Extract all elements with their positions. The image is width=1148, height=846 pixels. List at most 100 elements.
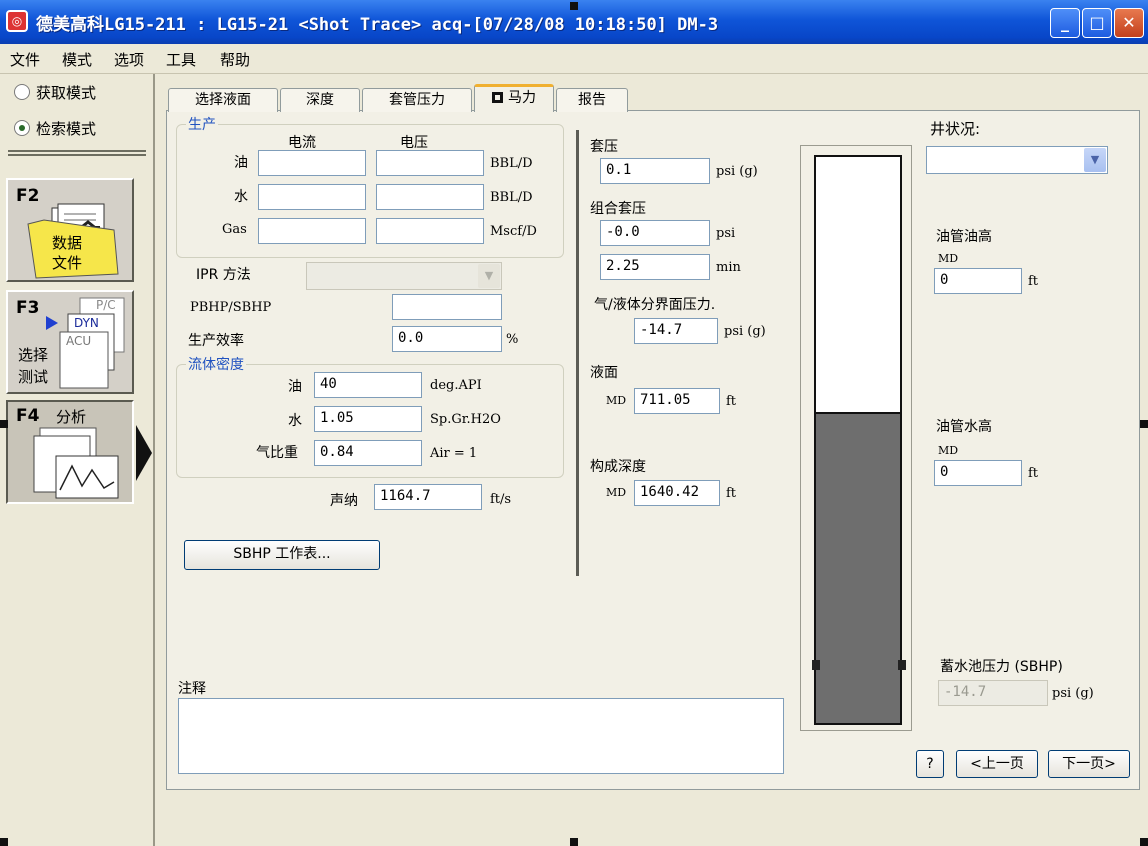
chevron-down-icon[interactable]: ▼ (1084, 148, 1106, 172)
resize-handle-left[interactable] (0, 420, 8, 428)
tubing-water-height-unit: ft (1028, 466, 1039, 481)
f3-select-test-button[interactable]: F3 P/C DYN ACU 选择 测试 (6, 290, 134, 394)
water-voltage-input[interactable] (376, 184, 484, 210)
menu-tools[interactable]: 工具 (166, 49, 196, 70)
buildup-time-input[interactable]: 2.25 (600, 254, 710, 280)
resize-handle-top[interactable] (570, 2, 578, 10)
buildup-time-unit: min (716, 260, 741, 275)
f2-data-file-button[interactable]: F2 数据 文件 (6, 178, 134, 282)
gas-gravity-input[interactable]: 0.84 (314, 440, 422, 466)
liquid-level-unit: ft (726, 394, 737, 409)
app-logo-icon[interactable]: ◎ (6, 10, 28, 32)
oil-current-input[interactable] (258, 150, 366, 176)
menu-help[interactable]: 帮助 (220, 49, 250, 70)
maximize-icon[interactable]: □ (1082, 8, 1112, 38)
doc-acu-label: ACU (66, 334, 92, 348)
liquid-level-md-label: MD (606, 394, 627, 407)
ipr-method-label: IPR 方法 (196, 267, 251, 283)
liquid-level-input[interactable]: 711.05 (634, 388, 720, 414)
production-efficiency-input[interactable]: 0.0 (392, 326, 502, 352)
window-title: 德美高科LG15-211 : LG15-21 <Shot Trace> acq-… (36, 15, 719, 35)
water-current-input[interactable] (258, 184, 366, 210)
oil-rate-unit: BBL/D (490, 156, 533, 171)
pbhp-sbhp-input[interactable] (392, 294, 502, 320)
radio-acquire-mode[interactable] (14, 84, 30, 100)
ipr-method-select[interactable]: ▼ (306, 262, 502, 290)
tab-select-liquid[interactable]: 选择液面 (168, 88, 278, 112)
formation-depth-md-label: MD (606, 486, 627, 499)
tab-horsepower-label: 马力 (508, 90, 536, 106)
resize-handle-bottom[interactable] (570, 838, 578, 846)
tab-report[interactable]: 报告 (556, 88, 628, 112)
gauge-marker-right (898, 660, 906, 670)
radio-retrieve-mode[interactable] (14, 120, 30, 136)
efficiency-unit: % (506, 332, 519, 347)
f4-analysis-button[interactable]: F4 分析 (6, 400, 134, 504)
production-group-title: 生产 (186, 114, 218, 134)
gas-liquid-interface-label: 气/液体分界面压力. (594, 297, 716, 313)
sbhp-unit: psi (g) (1052, 686, 1094, 701)
resize-handle-bottom-left[interactable] (0, 838, 8, 846)
doc-dyn-label: DYN (74, 316, 99, 330)
close-icon[interactable]: ✕ (1114, 8, 1144, 38)
active-tab-indicator-icon (492, 92, 503, 103)
gas-voltage-input[interactable] (376, 218, 484, 244)
sidebar-divider (8, 150, 146, 156)
retrieve-mode-label[interactable]: 检索模式 (36, 118, 96, 139)
sbhp-label: 蓄水池压力 (SBHP) (940, 659, 1063, 675)
f3-label-line2: 测试 (18, 368, 49, 386)
f3-key-label: F3 (16, 298, 40, 318)
casing-pressure-unit: psi (g) (716, 164, 758, 179)
well-status-label: 井状况: (930, 120, 981, 138)
f4-key-label: F4 (16, 406, 40, 426)
voltage-column-header: 电压 (400, 135, 428, 151)
gas-current-input[interactable] (258, 218, 366, 244)
combined-casing-pressure-input[interactable]: -0.0 (600, 220, 710, 246)
casing-pressure-label: 套压 (590, 139, 618, 155)
tubing-oil-height-label: 油管油高 (936, 229, 992, 245)
tab-horsepower[interactable]: 马力 (474, 84, 554, 112)
minimize-icon[interactable]: _ (1050, 8, 1080, 38)
formation-depth-input[interactable]: 1640.42 (634, 480, 720, 506)
acoustic-velocity-unit: ft/s (490, 492, 512, 507)
notes-textarea[interactable] (178, 698, 784, 774)
gas-rate-unit: Mscf/D (490, 224, 537, 239)
tubing-oil-height-input[interactable]: 0 (934, 268, 1022, 294)
f3-label-line1: 选择 (18, 346, 49, 364)
tab-depth[interactable]: 深度 (280, 88, 360, 112)
help-button[interactable]: ? (916, 750, 944, 778)
active-arrow-icon (136, 425, 152, 481)
resize-handle-right[interactable] (1140, 420, 1148, 428)
gas-liquid-interface-input[interactable]: -14.7 (634, 318, 718, 344)
sbhp-worksheet-button[interactable]: SBHP 工作表... (184, 540, 380, 570)
resize-handle-bottom-right[interactable] (1140, 838, 1148, 846)
casing-pressure-input[interactable]: 0.1 (600, 158, 710, 184)
chevron-down-icon[interactable]: ▼ (478, 264, 500, 288)
menu-file[interactable]: 文件 (10, 49, 40, 70)
acquire-mode-label[interactable]: 获取模式 (36, 82, 96, 103)
tubing-water-height-label: 油管水高 (936, 419, 992, 435)
water-density-input[interactable]: 1.05 (314, 406, 422, 432)
column-divider (576, 130, 579, 576)
menu-options[interactable]: 选项 (114, 49, 144, 70)
next-page-button[interactable]: 下一页> (1048, 750, 1130, 778)
oil-row-label: 油 (234, 155, 248, 171)
notes-label: 注释 (178, 681, 206, 697)
acoustic-velocity-input[interactable]: 1164.7 (374, 484, 482, 510)
oil-density-label: 油 (288, 379, 302, 395)
tab-casing-pressure[interactable]: 套管压力 (362, 88, 472, 112)
well-status-select[interactable]: ▼ (926, 146, 1108, 174)
oil-voltage-input[interactable] (376, 150, 484, 176)
sbhp-input[interactable]: -14.7 (938, 680, 1048, 706)
combined-casing-pressure-unit: psi (716, 226, 736, 241)
water-density-label: 水 (288, 413, 302, 429)
oil-density-input[interactable]: 40 (314, 372, 422, 398)
gas-row-label: Gas (222, 222, 247, 237)
oil-density-unit: deg.API (430, 378, 482, 393)
water-density-unit: Sp.Gr.H2O (430, 412, 501, 427)
f4-label: 分析 (56, 408, 87, 426)
tubing-water-height-input[interactable]: 0 (934, 460, 1022, 486)
menu-mode[interactable]: 模式 (62, 49, 92, 70)
previous-page-button[interactable]: <上一页 (956, 750, 1038, 778)
f2-label-line1: 数据 (52, 234, 83, 252)
